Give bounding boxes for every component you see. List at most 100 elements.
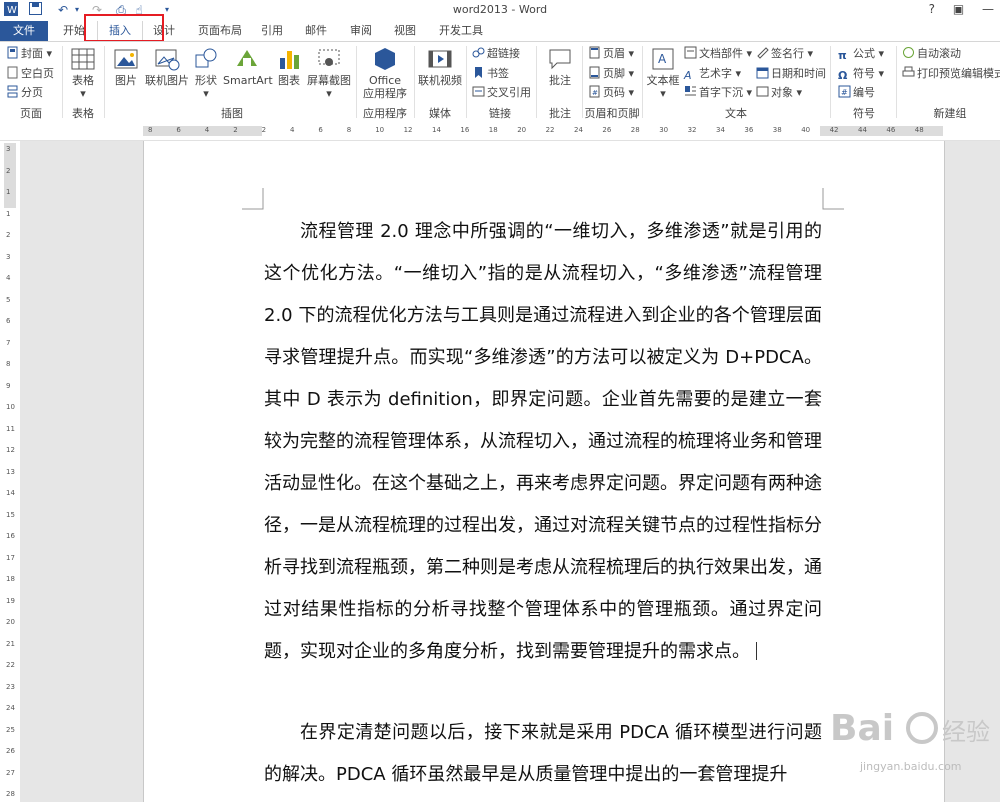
group-separator [104, 46, 105, 118]
ruler-tick-label: 10 [375, 126, 385, 134]
margin-corner-top-right [822, 188, 844, 210]
bookmark-label: 书签 [487, 67, 509, 80]
office-apps-button[interactable]: Office 应用程序 [360, 46, 410, 100]
cross-reference-button[interactable]: 交叉引用 [472, 84, 531, 102]
cover-page-label: 封面 [21, 47, 43, 60]
office-apps-label-line2: 应用程序 [363, 87, 407, 100]
smartart-button[interactable]: SmartArt [223, 46, 273, 87]
ruler-tick-label: 2 [261, 126, 267, 134]
screenshot-button[interactable]: 屏幕截图 ▾ [306, 46, 352, 100]
blank-page-button[interactable]: 空白页 [6, 65, 54, 83]
ruler-tick-label: 38 [772, 126, 782, 134]
table-label: 表格 [72, 74, 94, 87]
document-paragraph[interactable]: 流程管理 2.0 理念中所强调的“一维切入，多维渗透”就是引用的这个优化方法。“… [264, 211, 822, 673]
autoscroll-button[interactable]: 自动滚动 [902, 45, 961, 63]
ruler-tick-label: 18 [6, 575, 15, 583]
ruler-tick-label: 1 [6, 188, 11, 196]
tab-references[interactable]: 引用 [254, 21, 290, 41]
picture-button[interactable]: 图片 [110, 46, 142, 87]
screenshot-icon [316, 46, 342, 72]
quick-parts-button[interactable]: 文档部件 ▾ [684, 45, 752, 63]
dropcap-button[interactable]: 首字下沉 ▾ [684, 84, 752, 102]
ruler-tick-label: 25 [6, 725, 15, 734]
comment-icon [547, 46, 573, 72]
page-number-button[interactable]: # 页码 ▾ [588, 84, 634, 102]
ruler-tick-label: 7 [6, 338, 11, 347]
tab-file[interactable]: 文件 [0, 21, 48, 41]
watermark-brand: Bai [830, 708, 894, 749]
chart-button[interactable]: 图表 [274, 46, 304, 87]
number-icon: # [838, 85, 851, 98]
ruler-tick-label: 20 [6, 618, 15, 626]
shapes-button[interactable]: 形状 ▾ [192, 46, 220, 100]
object-label: 对象 [771, 86, 793, 99]
ruler-tick-label: 1 [6, 209, 11, 218]
ruler-tick-label: 17 [6, 553, 15, 562]
ruler-tick-label: 23 [6, 682, 15, 691]
number-button[interactable]: # 编号 [838, 84, 875, 102]
online-video-button[interactable]: 联机视频 [418, 46, 462, 87]
ruler-tick-label: 27 [6, 768, 15, 777]
chart-icon [276, 46, 302, 72]
footer-icon [588, 66, 601, 79]
symbol-button[interactable]: Ω 符号 ▾ [838, 65, 884, 83]
svg-text:#: # [841, 88, 848, 97]
picture-icon [113, 46, 139, 72]
online-picture-button[interactable]: 联机图片 [144, 46, 190, 87]
bookmark-button[interactable]: 书签 [472, 65, 509, 83]
header-label: 页眉 [603, 47, 625, 60]
ruler-tick-label: 12 [6, 446, 15, 454]
group-label-header-footer: 页眉和页脚 [584, 107, 640, 120]
ruler-tick-label: 18 [488, 126, 498, 134]
page-break-icon [6, 85, 19, 98]
horizontal-ruler[interactable]: 8 6 4 2 2 4 6 8 10 12 14 16 18 20 22 24 26 28 30 32 34 36 38 40… [0, 122, 1000, 141]
group-label-comments: 批注 [549, 107, 571, 120]
ruler-tick-label: 42 [829, 126, 839, 134]
textbox-button[interactable]: A 文本框 ▾ [646, 46, 680, 100]
watermark-url: jingyan.baidu.com [860, 760, 962, 773]
ruler-tick-label: 14 [6, 489, 15, 497]
ruler-tick-label: 5 [6, 295, 11, 304]
dropdown-arrow-icon: ▾ [203, 87, 209, 100]
ruler-tick-label: 19 [6, 596, 15, 605]
ruler-tick-label: 8 [148, 126, 153, 134]
shapes-label: 形状 [195, 74, 217, 87]
symbol-label: 符号 [853, 67, 875, 80]
ruler-tick-label: 2 [6, 231, 11, 239]
date-time-button[interactable]: 日期和时间 [756, 65, 826, 83]
group-separator [356, 46, 357, 118]
header-button[interactable]: 页眉 ▾ [588, 45, 634, 63]
signature-line-button[interactable]: 签名行 ▾ [756, 45, 813, 63]
ruler-tick-label: 8 [6, 360, 11, 368]
signature-line-icon [756, 46, 769, 59]
ribbon-display-options-icon[interactable]: ▣ [953, 2, 964, 16]
cover-page-button[interactable]: 封面 ▾ [6, 45, 52, 63]
equation-button[interactable]: π 公式 ▾ [838, 45, 884, 63]
ruler-tick-label: 6 [6, 317, 11, 325]
vertical-ruler[interactable]: 3 2 1 1 2 3 4 5 6 7 8 9 10 11 12 13 14 15 16 17 18 19 20 21 22 23… [4, 143, 16, 802]
minimize-button[interactable]: — [982, 2, 994, 16]
ruler-tick-label: 12 [403, 126, 413, 134]
comment-button[interactable]: 批注 [542, 46, 578, 87]
page-break-button[interactable]: 分页 [6, 84, 43, 102]
tab-developer[interactable]: 开发工具 [434, 21, 488, 41]
object-button[interactable]: 对象 ▾ [756, 84, 802, 102]
page-number-label: 页码 [603, 86, 625, 99]
tab-page-layout[interactable]: 页面布局 [193, 21, 247, 41]
print-preview-edit-button[interactable]: 打印预览编辑模式 [902, 65, 1000, 83]
hyperlink-button[interactable]: 超链接 [472, 45, 520, 63]
tab-mailings[interactable]: 邮件 [298, 21, 334, 41]
tab-review[interactable]: 审阅 [343, 21, 379, 41]
wordart-button[interactable]: A 艺术字 ▾ [684, 65, 741, 83]
table-button[interactable]: 表格 ▾ [67, 46, 99, 100]
dropdown-arrow-icon: ▾ [660, 87, 666, 100]
footer-button[interactable]: 页脚 ▾ [588, 65, 634, 83]
highlight-frame [84, 14, 164, 42]
textbox-label: 文本框 [646, 74, 680, 87]
document-paragraph[interactable]: 在界定清楚问题以后，接下来就是采用 PDCA 循环模型进行问题的解决。PDCA … [264, 712, 822, 796]
help-button[interactable]: ? [929, 2, 935, 16]
ruler-tick-label: 2 [6, 166, 11, 175]
printer-icon [902, 66, 915, 79]
tab-view[interactable]: 视图 [387, 21, 423, 41]
ruler-tick-label: 24 [6, 704, 15, 712]
